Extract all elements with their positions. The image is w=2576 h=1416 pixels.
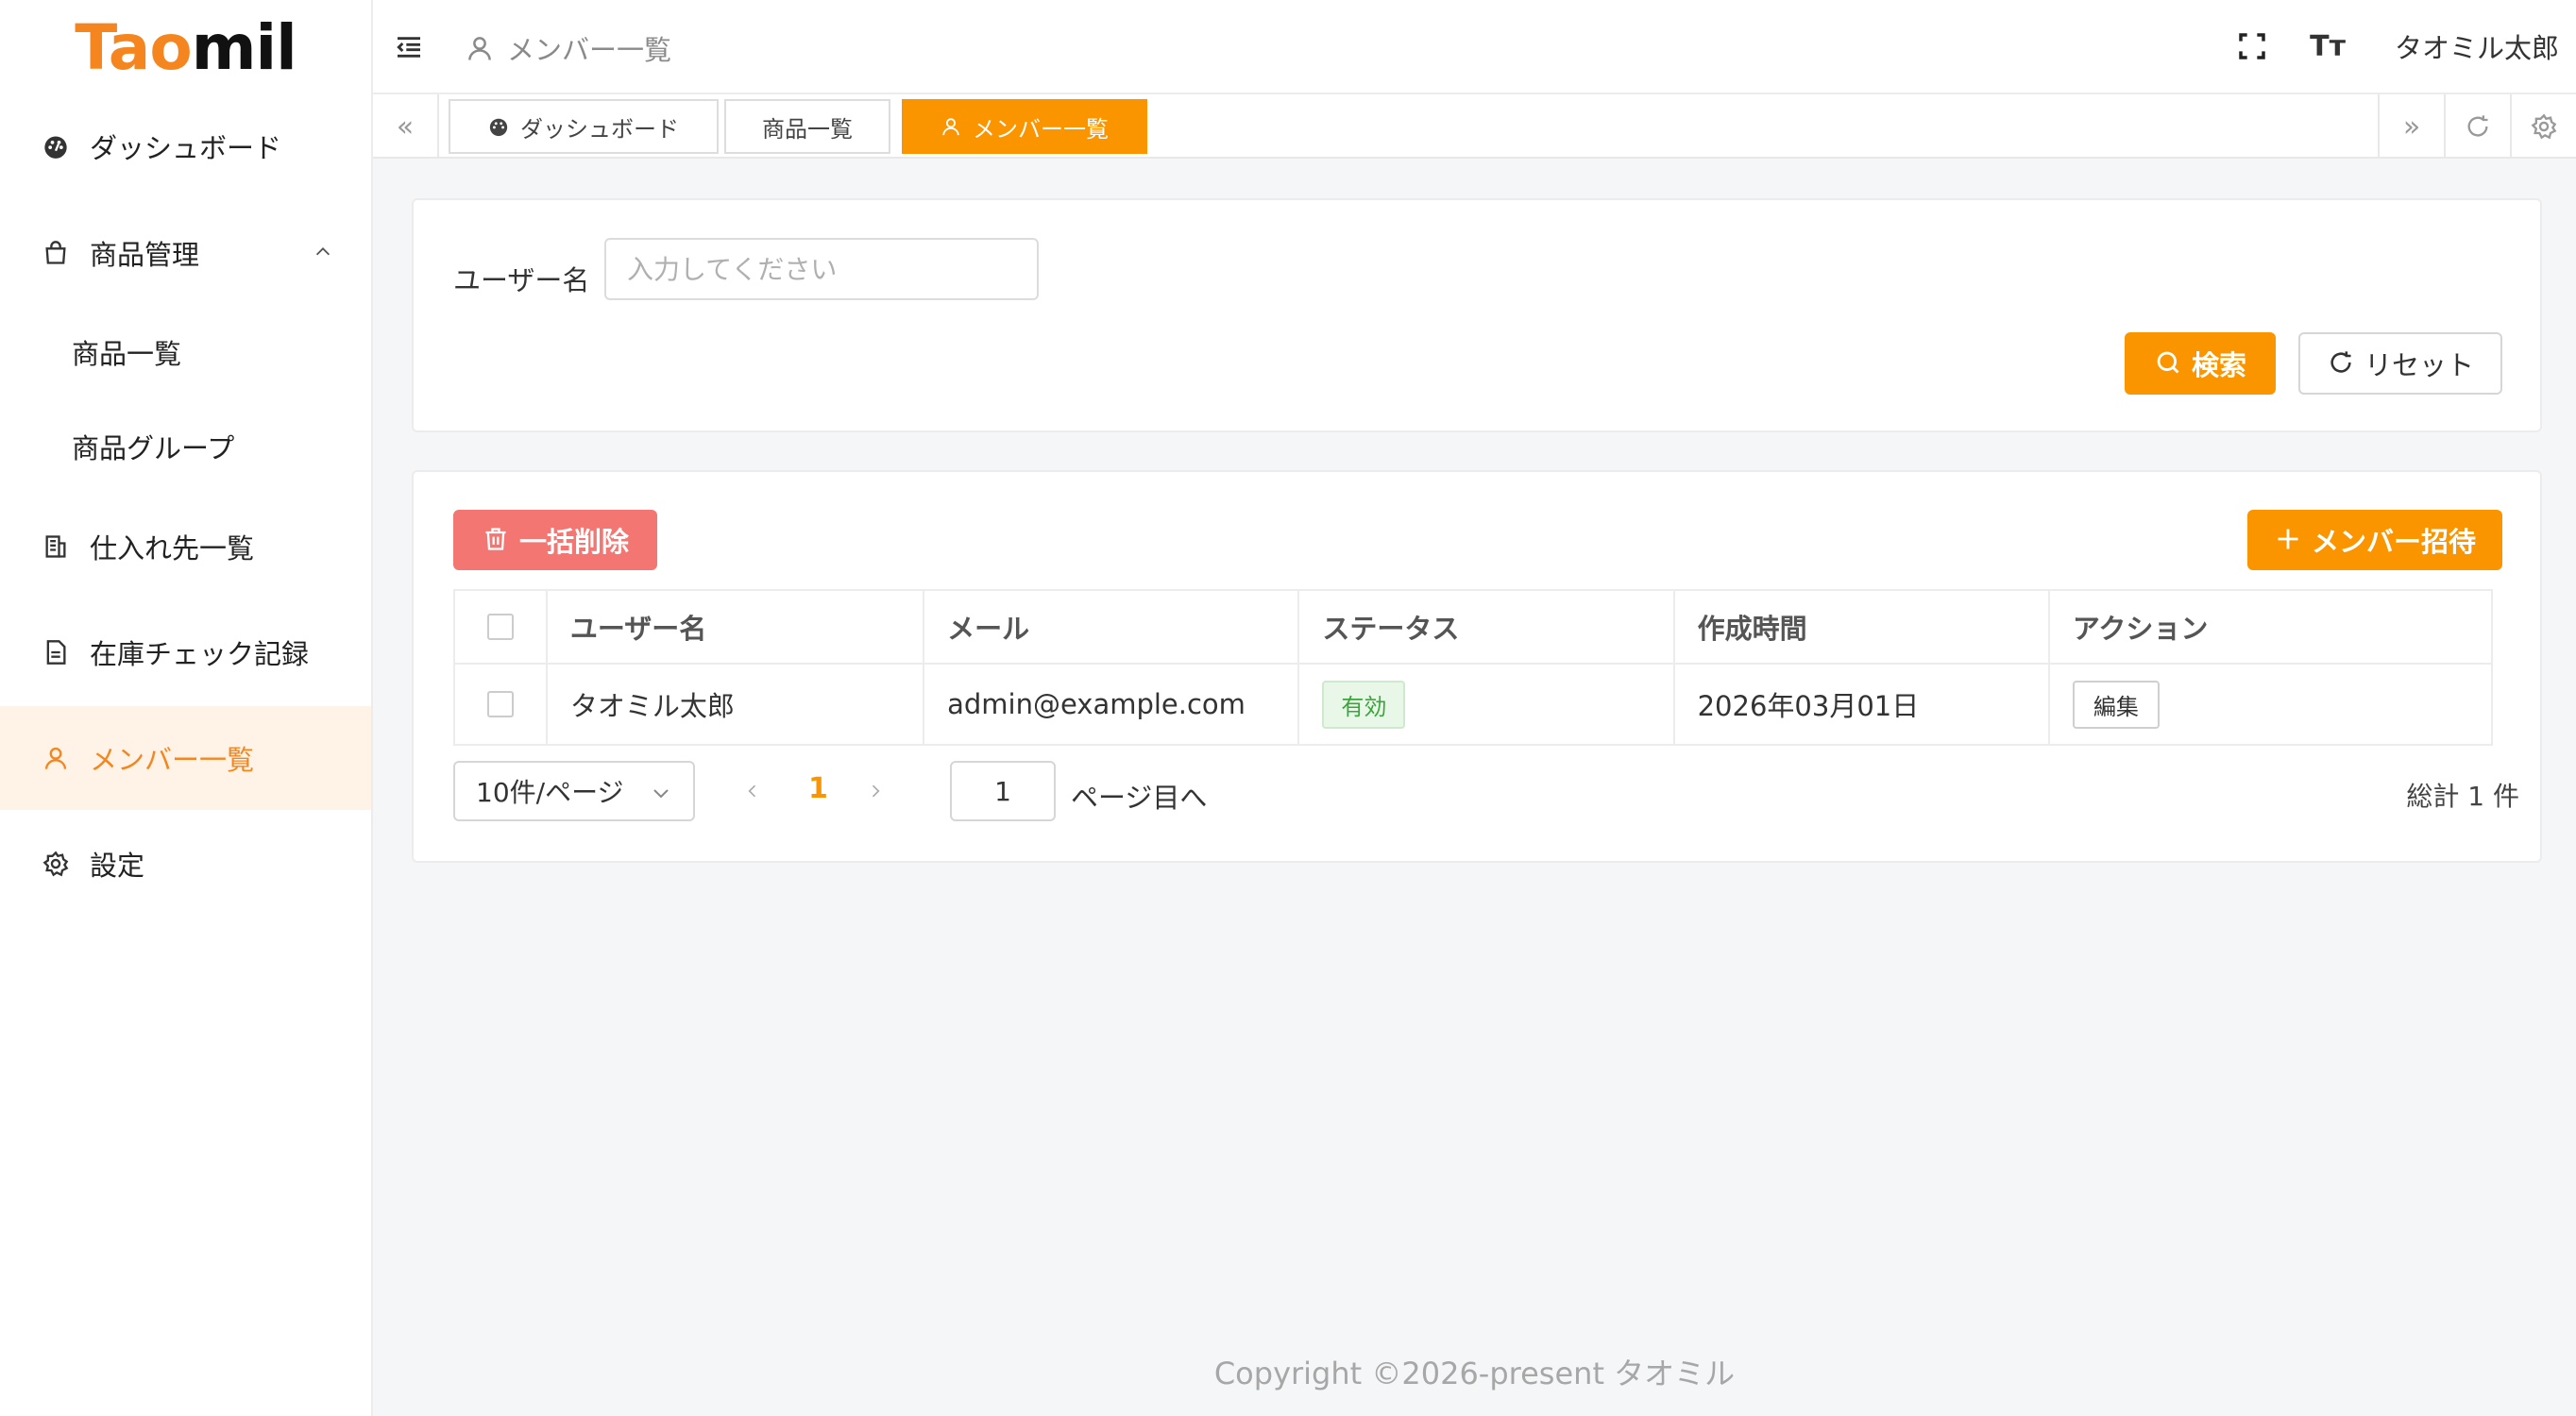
column-header-action: アクション [2072, 613, 2209, 645]
edit-button[interactable]: 編集 [2072, 680, 2160, 729]
status-badge: 有効 [1322, 680, 1406, 729]
shopping-bag-icon [42, 239, 70, 267]
refresh-icon [2327, 349, 2355, 378]
tab-settings-icon[interactable] [2510, 94, 2576, 159]
row-select-cell [455, 665, 548, 744]
logo-text-part1: Tao [75, 10, 192, 84]
column-header-created: 作成時間 [1675, 591, 2050, 663]
members-table-card: 一括削除 メンバー招待 ユーザー名 メール ステータス 作成時間 アクション タ… [412, 470, 2542, 863]
prev-page-icon[interactable] [738, 772, 767, 810]
username-label: ユーザー名 [453, 264, 590, 296]
cell-username: タオミル太郎 [548, 665, 925, 744]
building-icon [42, 532, 70, 561]
sidebar-item-settings[interactable]: 設定 [0, 812, 371, 916]
page-size-value: 10件/ページ [476, 777, 624, 808]
table-header-row: ユーザー名 メール ステータス 作成時間 アクション [455, 591, 2491, 665]
sidebar-item-product-group[interactable]: 商品グループ [0, 395, 371, 498]
document-icon [42, 638, 70, 666]
sidebar-item-label: 在庫チェック記録 [90, 638, 310, 670]
bulk-delete-label: 一括削除 [518, 526, 629, 558]
tab-product-list[interactable]: 商品一覧 [724, 99, 890, 154]
header-actions: Tт タオミル太郎 [2236, 26, 2559, 66]
user-icon [941, 116, 961, 137]
gear-icon [42, 850, 70, 878]
column-header-username: ユーザー名 [548, 591, 925, 663]
members-table: ユーザー名 メール ステータス 作成時間 アクション タオミル太郎 admin@… [453, 589, 2493, 746]
select-all-checkbox[interactable] [486, 614, 514, 640]
sidebar-item-label: 商品管理 [90, 239, 200, 271]
top-header: メンバー一覧 Tт タオミル太郎 [373, 0, 2576, 94]
user-menu[interactable]: タオミル太郎 [2395, 26, 2559, 66]
reset-button[interactable]: リセット [2298, 332, 2502, 395]
fullscreen-icon[interactable] [2236, 30, 2268, 62]
sidebar-item-label: 商品一覧 [72, 338, 182, 370]
tab-dashboard[interactable]: ダッシュボード [449, 99, 719, 154]
user-icon [42, 744, 70, 772]
bulk-delete-button[interactable]: 一括削除 [453, 510, 657, 570]
sidebar-item-dashboard[interactable]: ダッシュボード [0, 94, 371, 198]
tab-label: メンバー一覧 [973, 115, 1109, 143]
refresh-icon[interactable] [2444, 94, 2510, 159]
font-size-button[interactable]: Tт [2310, 30, 2346, 63]
copyright-footer: Copyright ©2026-present タオミル [1213, 1356, 1736, 1391]
tabs-scroll-left-icon[interactable]: « [373, 94, 439, 159]
breadcrumb-current: メンバー一覧 [507, 34, 672, 66]
select-all-cell [455, 591, 548, 663]
username-search-input[interactable] [604, 238, 1039, 300]
page-jump-input[interactable] [950, 761, 1056, 821]
logo-text-part2: mil [191, 10, 297, 84]
dashboard-icon [488, 116, 509, 137]
column-header-email: メール [924, 591, 1300, 663]
sidebar-item-label: 仕入れ先一覧 [90, 532, 255, 565]
sidebar-item-suppliers[interactable]: 仕入れ先一覧 [0, 495, 371, 598]
menu-toggle-icon[interactable] [394, 32, 424, 62]
total-count: 総計 1 件 [2406, 781, 2519, 812]
page-size-select[interactable]: 10件/ページ [453, 761, 695, 821]
search-icon [2154, 349, 2182, 378]
dashboard-icon [42, 132, 70, 160]
sidebar-item-label: メンバー一覧 [90, 744, 255, 776]
sidebar-item-product-management[interactable]: 商品管理 [0, 201, 371, 305]
search-card: ユーザー名 検索 リセット [412, 198, 2542, 432]
next-page-icon[interactable] [861, 772, 890, 810]
plus-icon [2274, 526, 2302, 554]
cell-email: admin@example.com [924, 665, 1300, 744]
page-number-current[interactable]: 1 [808, 772, 828, 805]
cell-created: 2026年03月01日 [1675, 665, 2050, 744]
cell-action: 編集 [2050, 665, 2491, 744]
chevron-down-icon [650, 780, 672, 802]
sidebar-item-product-list[interactable]: 商品一覧 [0, 300, 371, 404]
reset-button-label: リセット [2364, 349, 2474, 381]
column-header-status: ステータス [1299, 591, 1675, 663]
table-row: タオミル太郎 admin@example.com 有効 2026年03月01日 … [455, 665, 2491, 744]
sidebar-item-label: 設定 [90, 850, 145, 882]
tab-members[interactable]: メンバー一覧 [902, 99, 1147, 154]
tab-label: ダッシュボード [520, 115, 679, 143]
page-jump-label: ページ目へ [1071, 782, 1208, 814]
invite-member-button[interactable]: メンバー招待 [2247, 510, 2502, 570]
sidebar: Tao mil ダッシュボード 商品管理 商品一覧 商品グループ 仕入れ先一覧 在… [0, 0, 373, 1416]
search-button[interactable]: 検索 [2125, 332, 2276, 395]
row-checkbox[interactable] [486, 691, 514, 717]
tab-label: 商品一覧 [762, 115, 853, 143]
invite-member-label: メンバー招待 [2311, 526, 2476, 558]
search-button-label: 検索 [2191, 349, 2246, 381]
sidebar-item-inventory-check[interactable]: 在庫チェック記録 [0, 600, 371, 704]
sidebar-item-members[interactable]: メンバー一覧 [0, 706, 371, 810]
cell-status: 有効 [1299, 665, 1675, 744]
trash-icon [482, 526, 510, 554]
user-icon [466, 34, 494, 62]
chevron-up-icon [313, 237, 333, 269]
breadcrumb: メンバー一覧 [466, 28, 671, 68]
logo[interactable]: Tao mil [0, 0, 371, 94]
sidebar-item-label: ダッシュボード [90, 132, 282, 164]
tab-bar: « ダッシュボード 商品一覧 メンバー一覧 » [373, 94, 2576, 159]
tabs-scroll-right-icon[interactable]: » [2378, 94, 2444, 159]
sidebar-item-label: 商品グループ [72, 432, 235, 464]
